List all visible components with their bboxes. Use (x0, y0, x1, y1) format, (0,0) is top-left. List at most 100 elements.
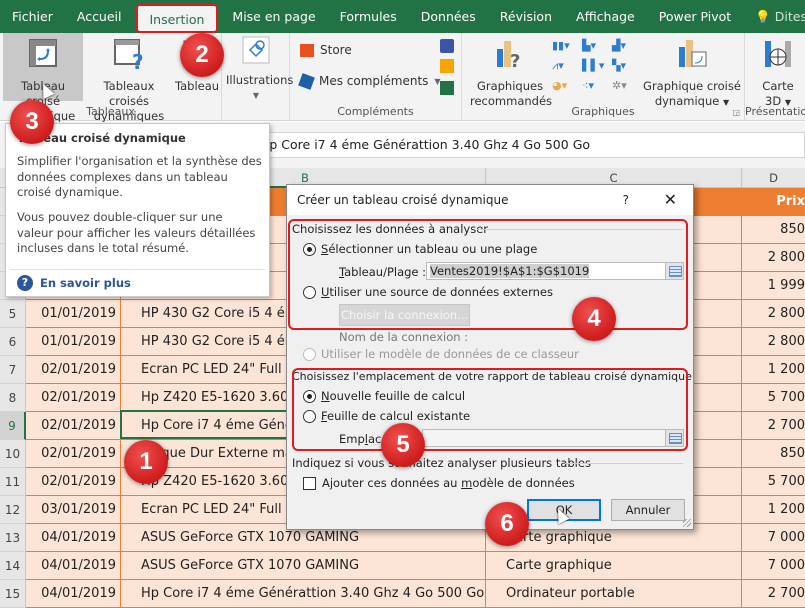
location-picker-icon[interactable] (665, 430, 683, 446)
line-chart-icon[interactable]: ⩘▾ (552, 59, 582, 79)
pivot-chart-button[interactable]: Graphique croisé dynamique ▼ (642, 37, 742, 110)
tab-insertion[interactable]: Insertion (135, 4, 219, 33)
ribbon-tabs: Fichier Accueil Insertion Mise en page F… (0, 0, 805, 33)
dialog-launcher-icon[interactable]: ◲ (732, 108, 740, 117)
radio-new-sheet[interactable]: Nouvelle feuille de calcul (303, 389, 465, 403)
row-number[interactable]: 14 (0, 552, 26, 580)
group-graphiques: ? Graphiques recommandés ▮▮▾ ▙▾ ▟▾ ⩘▾ ▌▌… (462, 33, 745, 121)
row-number[interactable]: 15 (0, 580, 26, 608)
radio-dot (303, 347, 316, 361)
learn-more-label: En savoir plus (40, 276, 131, 290)
tab-donnees[interactable]: Données (409, 0, 488, 33)
cell-product[interactable]: Hp Core i7 4 éme Générattion 3.40 Ghz 4 … (121, 580, 486, 608)
tab-power-pivot[interactable]: Power Pivot (647, 0, 743, 33)
row-number[interactable]: 5 (0, 300, 26, 328)
cell-price[interactable]: 2 800 (742, 300, 805, 328)
cell-date[interactable]: 04/01/2019 (26, 524, 121, 552)
resize-grip-icon[interactable] (683, 519, 691, 527)
cell-date[interactable]: 02/01/2019 (26, 468, 121, 496)
recommended-charts-label-1: Graphiques (476, 79, 544, 93)
cell-category[interactable]: Carte graphique (486, 552, 742, 580)
learn-more-link[interactable]: ? En savoir plus (17, 275, 131, 291)
help-button[interactable]: ? (623, 185, 629, 215)
radio-dot (303, 285, 316, 299)
tab-formules[interactable]: Formules (328, 0, 409, 33)
svg-text:?: ? (510, 51, 520, 71)
cell-price[interactable]: 2 700 (742, 580, 805, 608)
scatter-chart-icon[interactable]: ⁖▾ (582, 79, 612, 99)
cell-date[interactable]: 03/01/2019 (26, 496, 121, 524)
range-picker-icon[interactable] (665, 263, 683, 279)
pivot-chart-label-1: Graphique croisé (643, 79, 741, 93)
table-row: 15 04/01/2019 Hp Core i7 4 éme Générattion… (0, 580, 805, 608)
column-header-d[interactable]: D (742, 168, 805, 188)
pie-chart-icon[interactable]: ◕▾ (552, 79, 582, 99)
location-input[interactable] (422, 429, 684, 447)
cell-date[interactable]: 02/01/2019 (26, 412, 121, 440)
cell-date[interactable]: 02/01/2019 (26, 356, 121, 384)
cell-price[interactable]: 7 000 (742, 524, 805, 552)
my-addins-button[interactable]: Mes compléments ▼ (298, 72, 441, 90)
cell-price[interactable]: 2 800 (742, 328, 805, 356)
cell-date[interactable]: 02/01/2019 (26, 440, 121, 468)
radio-data-model[interactable]: Utiliser le modèle de données de ce clas… (303, 347, 579, 361)
close-icon[interactable]: ✕ (664, 185, 677, 215)
people-graph-icon[interactable] (440, 81, 454, 95)
row-number[interactable]: 11 (0, 468, 26, 496)
row-number[interactable]: 13 (0, 524, 26, 552)
cell-price[interactable]: 5 700 (742, 384, 805, 412)
cell-category[interactable]: Ordinateur portable (486, 580, 742, 608)
bing-maps-icon[interactable] (440, 59, 454, 73)
tab-affichage[interactable]: Affichage (564, 0, 647, 33)
row-number[interactable]: 9 (0, 412, 26, 440)
store-button[interactable]: Store (300, 43, 352, 57)
radar-chart-icon[interactable]: ✲▾ (612, 79, 642, 99)
row-number[interactable]: 8 (0, 384, 26, 412)
cell-date[interactable]: 02/01/2019 (26, 384, 121, 412)
radio-existing-sheet[interactable]: Feuille de calcul existante (303, 409, 470, 423)
cell-date[interactable]: 04/01/2019 (26, 580, 121, 608)
connection-name-label: Nom de la connexion : (339, 330, 469, 344)
cancel-button[interactable]: Annuler (611, 499, 685, 521)
hierarchy-chart-icon[interactable]: ▙▾ (582, 39, 612, 59)
tell-me-search[interactable]: 💡 Dites-nous ce (743, 0, 805, 33)
combo-chart-icon[interactable]: ▚▾ (612, 59, 642, 79)
choose-connection-button[interactable]: Choisir la connexion... (339, 304, 470, 326)
cell-price[interactable]: 2 700 (742, 412, 805, 440)
row-number[interactable]: 10 (0, 440, 26, 468)
illustrations-button[interactable]: Illustrations ▼ (226, 35, 293, 103)
cell-price[interactable]: 850 (742, 440, 805, 468)
cell-date[interactable]: 01/01/2019 (26, 328, 121, 356)
row-number[interactable]: 7 (0, 356, 26, 384)
tab-revision[interactable]: Révision (488, 0, 564, 33)
cell-price[interactable]: 5 700 (742, 468, 805, 496)
cell-price[interactable]: 850 (742, 216, 805, 244)
tab-fichier[interactable]: Fichier (0, 0, 65, 33)
radio-external-source[interactable]: Utiliser une source de données externes (303, 285, 553, 299)
row-number[interactable]: 6 (0, 328, 26, 356)
range-input[interactable]: Ventes2019!$A$1:$G$1019 (426, 262, 684, 280)
column-chart-icon[interactable]: ▮▮▾ (552, 39, 582, 59)
statistic-chart-icon[interactable]: ▌▌▾ (582, 59, 612, 79)
recommended-charts-button[interactable]: ? Graphiques recommandés (470, 37, 552, 109)
cell-price[interactable]: 1 200 (742, 356, 805, 384)
cell-date[interactable]: 04/01/2019 (26, 552, 121, 580)
waterfall-chart-icon[interactable]: ▟▾ (612, 39, 642, 59)
add-to-data-model-checkbox[interactable]: Ajouter ces données au modèle de données (303, 476, 575, 490)
cell-price[interactable]: 2 800 (742, 244, 805, 272)
cell-price[interactable]: 7 000 (742, 552, 805, 580)
tab-mise-en-page[interactable]: Mise en page (220, 0, 327, 33)
radio-select-range[interactable]: Sélectionner un tableau ou une plage (303, 242, 537, 256)
cell-price[interactable]: 1 200 (742, 496, 805, 524)
cell-date[interactable]: 01/01/2019 (26, 300, 121, 328)
cell-price[interactable]: 1 999 (742, 272, 805, 300)
cell-product[interactable]: ASUS GeForce GTX 1070 GAMING (121, 552, 486, 580)
row-number[interactable]: 12 (0, 496, 26, 524)
visio-icon[interactable] (440, 39, 454, 53)
tab-accueil[interactable]: Accueil (65, 0, 134, 33)
store-label: Store (320, 43, 352, 57)
svg-text:?: ? (132, 50, 144, 71)
create-pivot-dialog: Créer un tableau croisé dynamique ? ✕ Ch… (286, 184, 694, 530)
3d-map-button[interactable]: Carte 3D ▼ (753, 37, 803, 110)
formula-input[interactable]: Hp Core i7 4 éme Générattion 3.40 Ghz 4 … (255, 132, 805, 158)
